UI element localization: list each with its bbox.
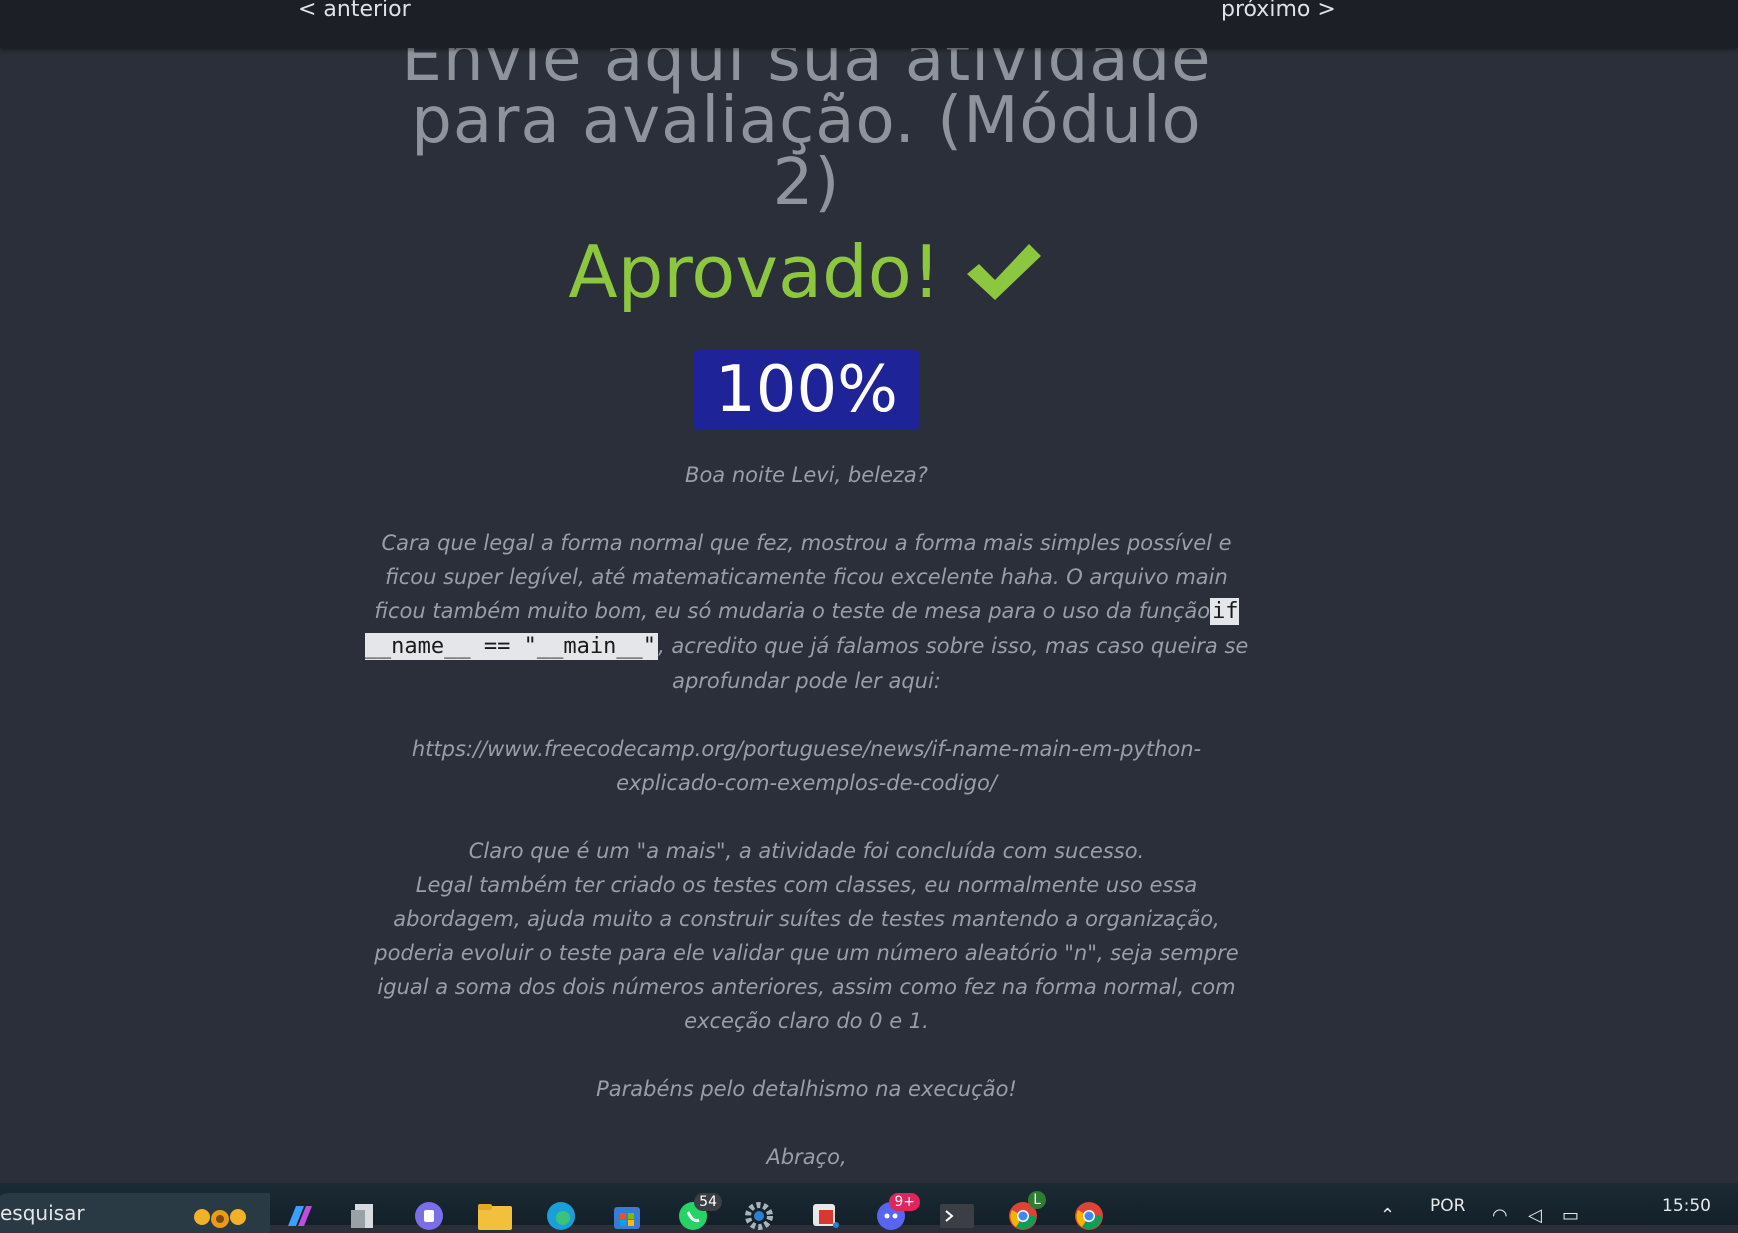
files-icon[interactable] [347, 1201, 381, 1231]
edge-icon[interactable] [544, 1201, 578, 1231]
chrome-icon[interactable] [1072, 1201, 1106, 1231]
file-explorer-icon[interactable] [478, 1201, 512, 1231]
feedback-paragraph: Cara que legal a forma normal que fez, m… [359, 526, 1254, 698]
battery-icon[interactable]: ▭ [1562, 1205, 1579, 1226]
feedback-text-before-code: Cara que legal a forma normal que fez, m… [374, 531, 1232, 623]
clock-time[interactable]: 15:50 [1662, 1196, 1711, 1216]
volume-icon[interactable]: ◁ [1528, 1205, 1542, 1226]
feedback-text-after-code: , acredito que já falamos sobre isso, ma… [658, 634, 1249, 693]
next-link[interactable]: próximo > [1221, 0, 1336, 24]
chrome-profile-icon[interactable]: L [1006, 1191, 1046, 1231]
whatsapp-unread-badge: 54 [694, 1193, 722, 1211]
approval-status: Aprovado! [359, 232, 1254, 312]
wifi-icon[interactable]: ◠ [1492, 1205, 1508, 1226]
status-text: Aprovado! [568, 230, 941, 314]
feedback-line: Claro que é um "a mais", a atividade foi… [468, 839, 1145, 863]
settings-icon[interactable] [742, 1201, 776, 1231]
language-indicator[interactable]: POR [1430, 1196, 1465, 1216]
teams-icon[interactable] [412, 1201, 446, 1231]
show-hidden-icons-chevron-icon[interactable]: ⌃ [1380, 1205, 1395, 1226]
snipping-tool-icon[interactable] [808, 1201, 842, 1231]
signoff-text: Abraço, [766, 1145, 847, 1169]
taskbar: esquisar 54 9+ L ⌃ POR ◠ ◁ ▭ 15:50 [0, 1183, 1738, 1233]
store-icon[interactable] [610, 1201, 644, 1231]
copilot-icon[interactable] [282, 1201, 316, 1231]
discord-unread-badge: 9+ [889, 1193, 920, 1211]
discord-icon[interactable]: 9+ [874, 1193, 920, 1231]
congratulations-text: Parabéns pelo detalhismo na execução! [596, 1077, 1017, 1101]
checkmark-icon [966, 244, 1041, 300]
feedback-text: Boa noite Levi, beleza? Cara que legal a… [359, 458, 1254, 1174]
feedback-paragraph-tests: Legal também ter criado os testes com cl… [374, 873, 1239, 1033]
previous-link[interactable]: < anterior [298, 0, 411, 24]
page-title: Envie aqui sua atividade para avaliação.… [401, 22, 1212, 220]
top-navigation-bar: < anterior próximo > [0, 0, 1738, 48]
widgets-icon[interactable] [186, 1201, 256, 1231]
reference-link[interactable]: https://www.freecodecamp.org/portuguese/… [359, 732, 1254, 800]
whatsapp-icon[interactable]: 54 [676, 1193, 722, 1231]
score-badge: 100% [693, 350, 920, 430]
submission-feedback: Envie aqui sua atividade para avaliação.… [359, 22, 1254, 1208]
greeting: Boa noite Levi, beleza? [685, 463, 928, 487]
chrome-profile-badge: L [1028, 1191, 1046, 1209]
terminal-icon[interactable] [940, 1201, 974, 1231]
